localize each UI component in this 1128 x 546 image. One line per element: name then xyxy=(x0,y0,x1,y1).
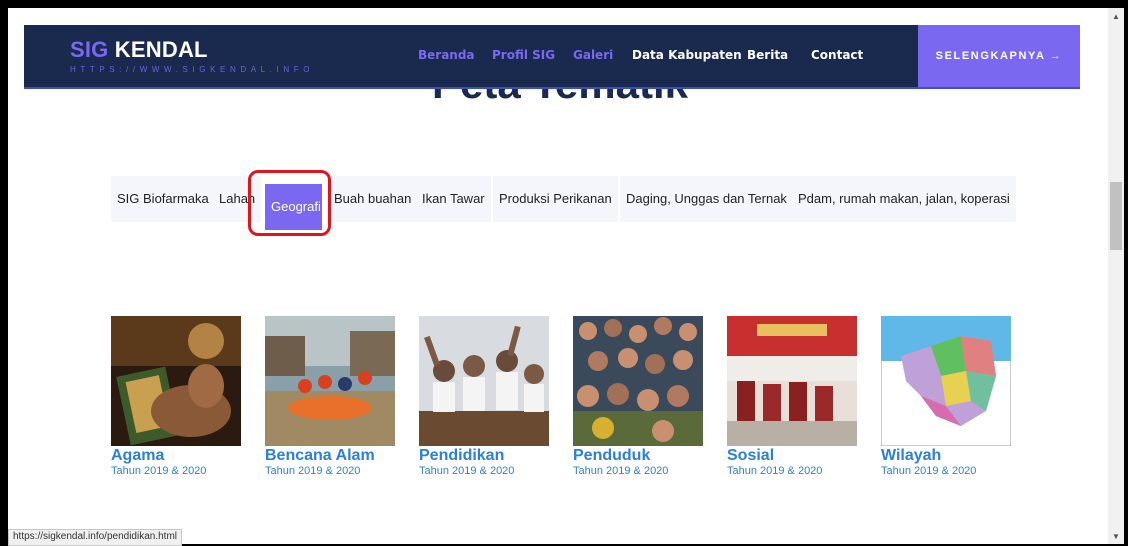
gallery-card-pendidikan[interactable]: Pendidikan Tahun 2019 & 2020 xyxy=(419,316,551,478)
tab-produksi-perikanan[interactable]: Produksi Perikanan xyxy=(493,176,618,222)
brand-url: HTTPS://WWW.SIGKENDAL.INFO xyxy=(70,65,315,74)
tab-buah-buahan[interactable]: Buah buahan xyxy=(328,176,418,222)
tab-daging-unggas-ternak[interactable]: Daging, Unggas dan Ternak xyxy=(620,176,793,222)
selengkapnya-button[interactable]: SELENGKAPNYA → xyxy=(918,25,1080,87)
card-subtitle: Tahun 2019 & 2020 xyxy=(881,465,977,477)
scrollbar-thumb[interactable] xyxy=(1110,182,1122,250)
nav-galeri[interactable]: Galeri xyxy=(573,48,613,62)
nav-profil-sig[interactable]: Profil SIG xyxy=(492,48,555,62)
scroll-down-arrow-icon[interactable]: ▼ xyxy=(1108,532,1124,542)
top-navbar: SIG KENDAL HTTPS://WWW.SIGKENDAL.INFO Be… xyxy=(24,25,1080,89)
card-subtitle: Tahun 2019 & 2020 xyxy=(727,465,823,477)
tab-sig-biofarmaka[interactable]: SIG Biofarmaka xyxy=(111,176,215,222)
card-subtitle: Tahun 2019 & 2020 xyxy=(111,465,207,477)
gallery-card-sosial[interactable]: Sosial Tahun 2019 & 2020 xyxy=(727,316,859,478)
nav-contact[interactable]: Contact xyxy=(811,48,863,62)
agama-thumbnail[interactable] xyxy=(111,316,241,446)
gallery-card-wilayah[interactable]: Wilayah Tahun 2019 & 2020 xyxy=(881,316,1013,478)
wilayah-thumbnail[interactable] xyxy=(881,316,1011,446)
card-title[interactable]: Agama xyxy=(111,448,243,464)
card-title[interactable]: Pendidikan xyxy=(419,448,551,464)
scroll-up-arrow-icon[interactable]: ▲ xyxy=(1108,12,1124,22)
vertical-scrollbar[interactable]: ▲ ▼ xyxy=(1108,8,1124,544)
gallery-card-penduduk[interactable]: Penduduk Tahun 2019 & 2020 xyxy=(573,316,705,478)
card-subtitle: Tahun 2019 & 2020 xyxy=(419,465,515,477)
nav-beranda[interactable]: Beranda xyxy=(418,48,475,62)
link-status-bar: https://sigkendal.info/pendidikan.html xyxy=(8,529,182,546)
card-title[interactable]: Sosial xyxy=(727,448,859,464)
card-title[interactable]: Wilayah xyxy=(881,448,1013,464)
sosial-thumbnail[interactable] xyxy=(727,316,857,446)
card-subtitle: Tahun 2019 & 2020 xyxy=(265,465,361,477)
gallery-card-bencana-alam[interactable]: Bencana Alam Tahun 2019 & 2020 xyxy=(265,316,397,478)
highlight-annotation xyxy=(248,170,331,236)
card-title[interactable]: Bencana Alam xyxy=(265,448,397,464)
card-subtitle: Tahun 2019 & 2020 xyxy=(573,465,669,477)
tab-pdam-rumah-makan[interactable]: Pdam, rumah makan, jalan, koperasi xyxy=(792,176,1016,222)
bencana-alam-thumbnail[interactable] xyxy=(265,316,395,446)
brand-logo[interactable]: SIG KENDAL xyxy=(70,37,208,63)
gallery-card-agama[interactable]: Agama Tahun 2019 & 2020 xyxy=(111,316,243,478)
tab-ikan-tawar[interactable]: Ikan Tawar xyxy=(416,176,491,222)
penduduk-thumbnail[interactable] xyxy=(573,316,703,446)
nav-data-kabupaten[interactable]: Data Kabupaten xyxy=(632,48,742,62)
nav-berita[interactable]: Berita xyxy=(747,48,788,62)
pendidikan-thumbnail[interactable] xyxy=(419,316,549,446)
brand-title-accent: SIG xyxy=(70,37,109,62)
brand-title-rest: KENDAL xyxy=(108,37,208,62)
card-title[interactable]: Penduduk xyxy=(573,448,705,464)
